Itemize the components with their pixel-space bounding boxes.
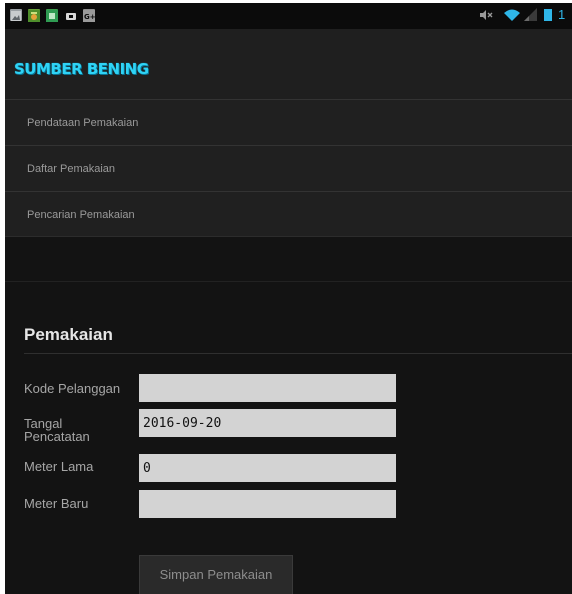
volume-muted-icon <box>479 8 493 22</box>
meter-baru-input[interactable] <box>139 490 396 518</box>
google-plus-icon: G+ <box>83 9 96 22</box>
media-icon <box>65 9 77 21</box>
wifi-icon <box>503 8 521 22</box>
meter-baru-label: Meter Baru <box>24 496 89 511</box>
battery-icon <box>543 8 553 22</box>
kode-pelanggan-label: Kode Pelanggan <box>24 381 121 396</box>
kode-pelanggan-input[interactable] <box>139 374 396 402</box>
form-title-divider <box>24 353 572 354</box>
app-icon-green <box>46 9 58 22</box>
svg-text:G+: G+ <box>84 13 95 21</box>
battery-level-text: 1 <box>558 7 566 22</box>
menu-item-daftar-pemakaian[interactable]: Daftar Pemakaian <box>5 145 572 191</box>
nav-menu: Pendataan Pemakaian Daftar Pemakaian Pen… <box>5 99 572 237</box>
status-bar: G+ 1 <box>5 3 572 29</box>
simpan-pemakaian-button[interactable]: Simpan Pemakaian <box>139 555 293 594</box>
menu-item-pencarian-pemakaian[interactable]: Pencarian Pemakaian <box>5 191 572 237</box>
brand-logo-text: SUMBER BENING <box>14 60 149 78</box>
menu-item-pendataan-pemakaian[interactable]: Pendataan Pemakaian <box>5 99 572 145</box>
app-screen: G+ 1 SUMBER BENING Pendataan Pemakaian D… <box>5 3 572 594</box>
meter-lama-input[interactable] <box>139 454 396 482</box>
signal-icon <box>524 8 538 22</box>
app-icon-android <box>28 9 40 22</box>
app-header: SUMBER BENING <box>5 29 572 99</box>
divider <box>5 281 572 282</box>
meter-lama-label: Meter Lama <box>24 459 94 474</box>
tangal-pencatatan-input[interactable] <box>139 409 396 437</box>
gallery-icon <box>10 9 22 21</box>
form-title: Pemakaian <box>24 325 113 344</box>
tangal-pencatatan-label-line2: Pencatatan <box>24 429 90 444</box>
